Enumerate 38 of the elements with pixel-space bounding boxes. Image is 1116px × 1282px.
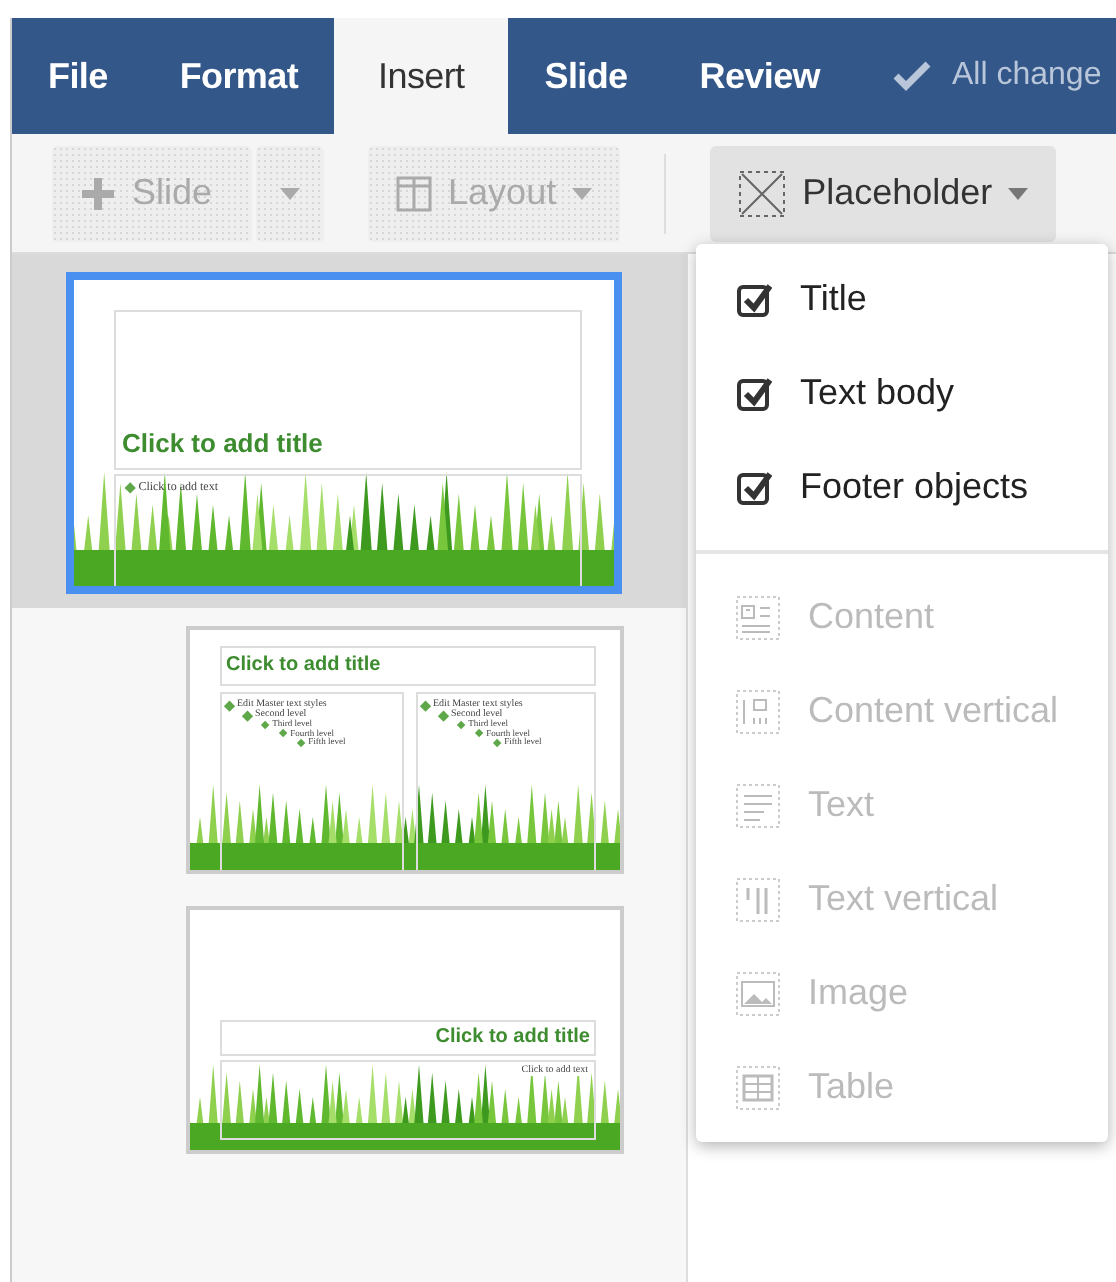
menu-tab[interactable]: Format <box>143 18 335 134</box>
slide-title: Click to add title <box>226 656 381 676</box>
caret-icon <box>280 187 301 199</box>
check-icon <box>892 60 932 92</box>
caret-icon <box>1008 187 1029 199</box>
bullet-icon <box>124 482 137 494</box>
bullet-icon <box>492 738 502 747</box>
bullet-icon <box>438 710 449 720</box>
bullet-icon <box>260 720 270 729</box>
menu-item[interactable]: Title <box>696 252 1108 346</box>
image-icon <box>736 971 780 1015</box>
text-icon <box>736 783 780 827</box>
toolbar-button[interactable]: Placeholder <box>710 145 1057 241</box>
menu-tab[interactable]: Slide <box>508 18 664 134</box>
content-icon <box>736 595 780 639</box>
menu-tab[interactable]: Insert <box>334 18 509 134</box>
bullet-icon <box>242 710 253 720</box>
bullet-icon <box>456 720 466 729</box>
bullet-icon <box>278 729 288 738</box>
save-status-text: All change <box>952 56 1102 96</box>
dropdown-toggle-button[interactable] <box>256 145 325 241</box>
table-icon <box>736 1065 780 1109</box>
layout-icon <box>396 175 433 211</box>
menu-item[interactable]: Text body <box>696 346 1108 440</box>
bullet-icon <box>224 700 235 710</box>
slide-title: Click to add title <box>435 1028 590 1048</box>
placeholder-icon <box>738 169 787 217</box>
menu-tab[interactable]: File <box>12 18 144 134</box>
plus-icon <box>80 175 116 211</box>
caret-icon <box>572 187 593 199</box>
bullet-icon <box>474 729 484 738</box>
bullet-icon <box>420 700 431 710</box>
content-vertical-icon <box>736 689 780 733</box>
slide-title: Click to add title <box>122 430 323 456</box>
text-vertical-icon <box>736 877 780 921</box>
bullet-icon <box>296 738 306 747</box>
menu-item[interactable]: Footer objects <box>696 440 1108 534</box>
menu-tab[interactable]: Review <box>663 18 856 134</box>
